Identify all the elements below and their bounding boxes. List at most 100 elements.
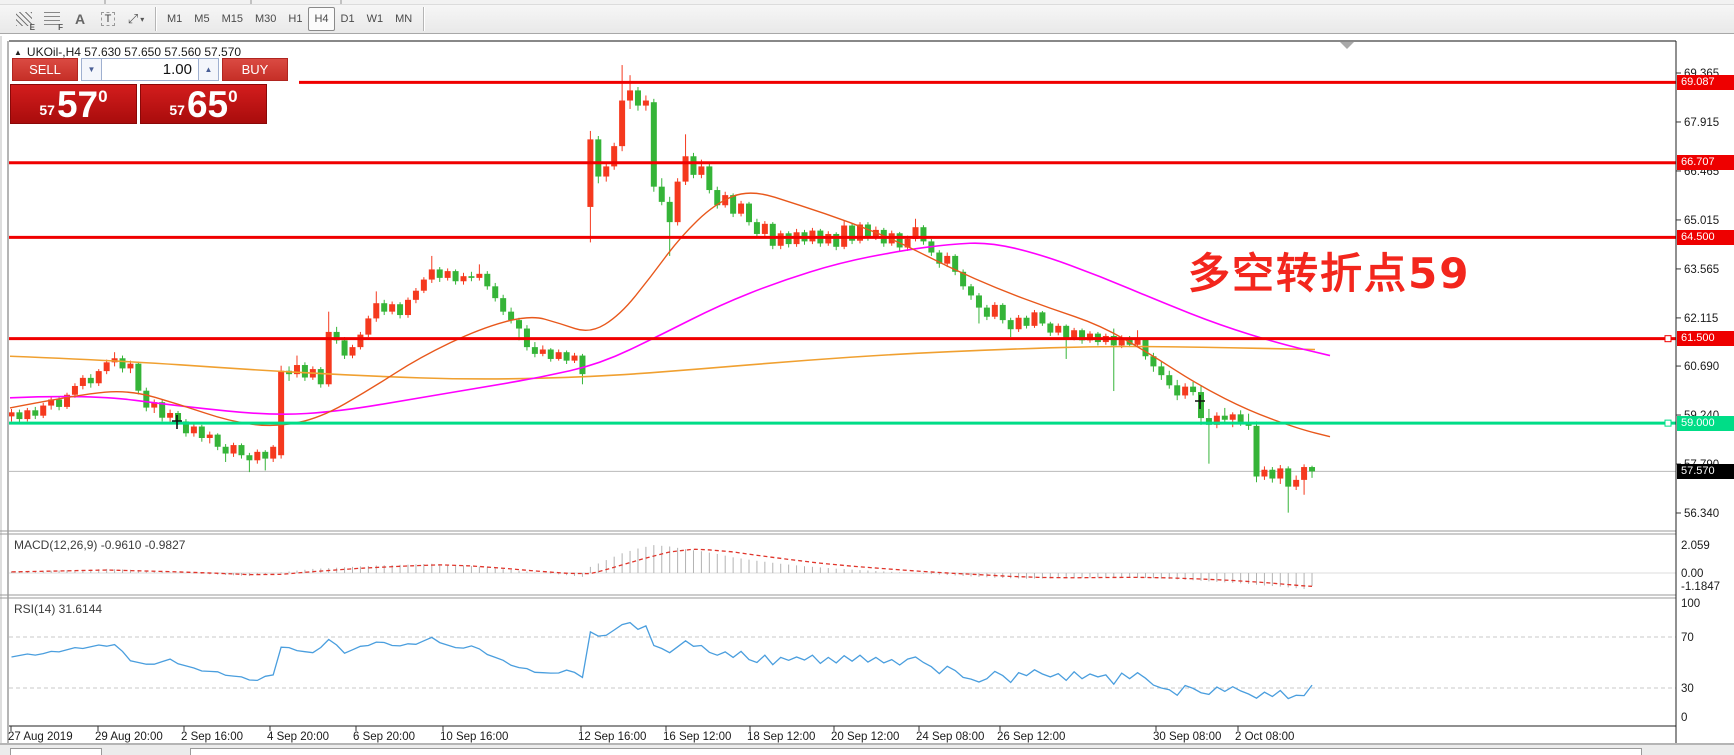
- candle-up: [96, 371, 102, 383]
- candle-down: [635, 90, 641, 105]
- volume-increase-button[interactable]: ▲: [198, 58, 219, 81]
- collapse-panel-icon[interactable]: ▲: [14, 48, 22, 57]
- candle-down: [318, 369, 324, 384]
- candle-up: [556, 352, 562, 359]
- chart-text-annotation: 多空转折点59: [1188, 240, 1470, 301]
- candle-down: [1254, 426, 1260, 477]
- candle-down: [492, 286, 498, 298]
- buy-price-sup: 0: [228, 87, 237, 107]
- date-label: 2 Oct 08:00: [1235, 731, 1294, 743]
- price-tick-label: 60.690: [1684, 361, 1719, 373]
- date-label: 20 Sep 12:00: [831, 731, 899, 743]
- rsi-axis-label: 100: [1681, 598, 1700, 610]
- date-label: 30 Sep 08:00: [1153, 731, 1221, 743]
- candle-down: [88, 378, 94, 383]
- candles-layer: [9, 65, 1316, 513]
- price-tick-label: 56.340: [1684, 508, 1719, 520]
- candle-up: [405, 300, 411, 315]
- candle-down: [1063, 326, 1069, 338]
- candle-up: [572, 356, 578, 361]
- candle-up: [1016, 318, 1022, 329]
- candle-down: [968, 286, 974, 295]
- candle-down: [262, 452, 268, 459]
- sell-button[interactable]: SELL: [12, 58, 78, 81]
- candle-down: [579, 356, 585, 375]
- level-line-61.500[interactable]: [9, 336, 1676, 342]
- candle-down: [468, 276, 474, 278]
- date-label: 24 Sep 08:00: [916, 731, 984, 743]
- candle-down: [1000, 305, 1006, 320]
- candle-down: [651, 102, 657, 186]
- candle-down: [897, 233, 903, 247]
- candle-up: [762, 224, 768, 234]
- buy-price-small: 57: [169, 102, 185, 118]
- candle-up: [429, 269, 435, 279]
- chart-shift-marker[interactable]: [1340, 42, 1354, 49]
- date-label: 6 Sep 20:00: [353, 731, 415, 743]
- candle-up: [1301, 467, 1307, 480]
- candle-up: [603, 166, 609, 176]
- candle-up: [72, 386, 78, 395]
- candle-up: [619, 101, 625, 147]
- candle-down: [532, 347, 538, 354]
- candle-down: [135, 364, 141, 391]
- candle-up: [270, 447, 276, 459]
- candle-up: [278, 371, 284, 455]
- date-label: 26 Sep 12:00: [997, 731, 1065, 743]
- candle-up: [167, 413, 173, 418]
- status-bar: [0, 744, 1734, 755]
- macd-axis-label: 0.00: [1681, 568, 1703, 580]
- candle-down: [1198, 392, 1204, 418]
- price-tick-label: 65.015: [1684, 215, 1719, 227]
- candle-up: [231, 445, 237, 453]
- candle-up: [627, 90, 633, 100]
- candle-down: [16, 412, 22, 419]
- date-label: 29 Aug 20:00: [95, 731, 163, 743]
- candle-down: [453, 271, 459, 281]
- candle-up: [643, 101, 649, 106]
- level-price-badge: 61.500: [1677, 331, 1734, 346]
- candle-up: [944, 256, 950, 264]
- candle-up: [191, 427, 197, 434]
- level-price-badge: 66.707: [1677, 155, 1734, 170]
- buy-price-box[interactable]: 57 65 0: [140, 84, 267, 124]
- candle-down: [500, 298, 506, 312]
- candle-down: [199, 427, 205, 438]
- level-line-handle[interactable]: [1665, 336, 1671, 342]
- volume-decrease-button[interactable]: ▼: [81, 58, 102, 81]
- candle-down: [1047, 323, 1053, 332]
- sell-price-big: 57: [57, 88, 98, 122]
- candle-down: [1238, 414, 1244, 422]
- buy-button[interactable]: BUY: [222, 58, 288, 81]
- candle-up: [389, 304, 395, 311]
- candle-up: [9, 412, 15, 416]
- candle-up: [992, 305, 998, 317]
- mt4-window: E F A T ⤢ ▾ M1 M5 M15 M30 H1 H4 D1 W1 MN…: [0, 0, 1734, 755]
- candle-up: [738, 204, 744, 214]
- date-label: 12 Sep 16:00: [578, 731, 646, 743]
- macd-axis-label: 2.059: [1681, 540, 1710, 552]
- candle-down: [56, 399, 62, 406]
- candle-up: [1055, 326, 1061, 333]
- date-label: 18 Sep 12:00: [747, 731, 815, 743]
- candle-up: [254, 452, 260, 460]
- candle-down: [1008, 320, 1014, 329]
- candle-up: [587, 139, 593, 207]
- candle-down: [508, 312, 514, 320]
- macd-indicator-label: MACD(12,26,9) -0.9610 -0.9827: [14, 538, 185, 552]
- volume-input[interactable]: [102, 58, 198, 81]
- candle-down: [223, 447, 229, 454]
- candle-up: [540, 349, 546, 353]
- level-line-handle[interactable]: [1665, 420, 1671, 426]
- candle-down: [564, 352, 570, 360]
- candle-down: [397, 304, 403, 315]
- status-box: [190, 748, 1642, 755]
- date-label: 2 Sep 16:00: [181, 731, 243, 743]
- candle-up: [127, 364, 133, 369]
- candle-down: [175, 413, 181, 421]
- candle-up: [445, 271, 451, 278]
- candle-down: [516, 320, 522, 328]
- price-tick-label: 62.115: [1684, 313, 1718, 325]
- candle-down: [342, 340, 348, 355]
- sell-price-box[interactable]: 57 57 0: [10, 84, 137, 124]
